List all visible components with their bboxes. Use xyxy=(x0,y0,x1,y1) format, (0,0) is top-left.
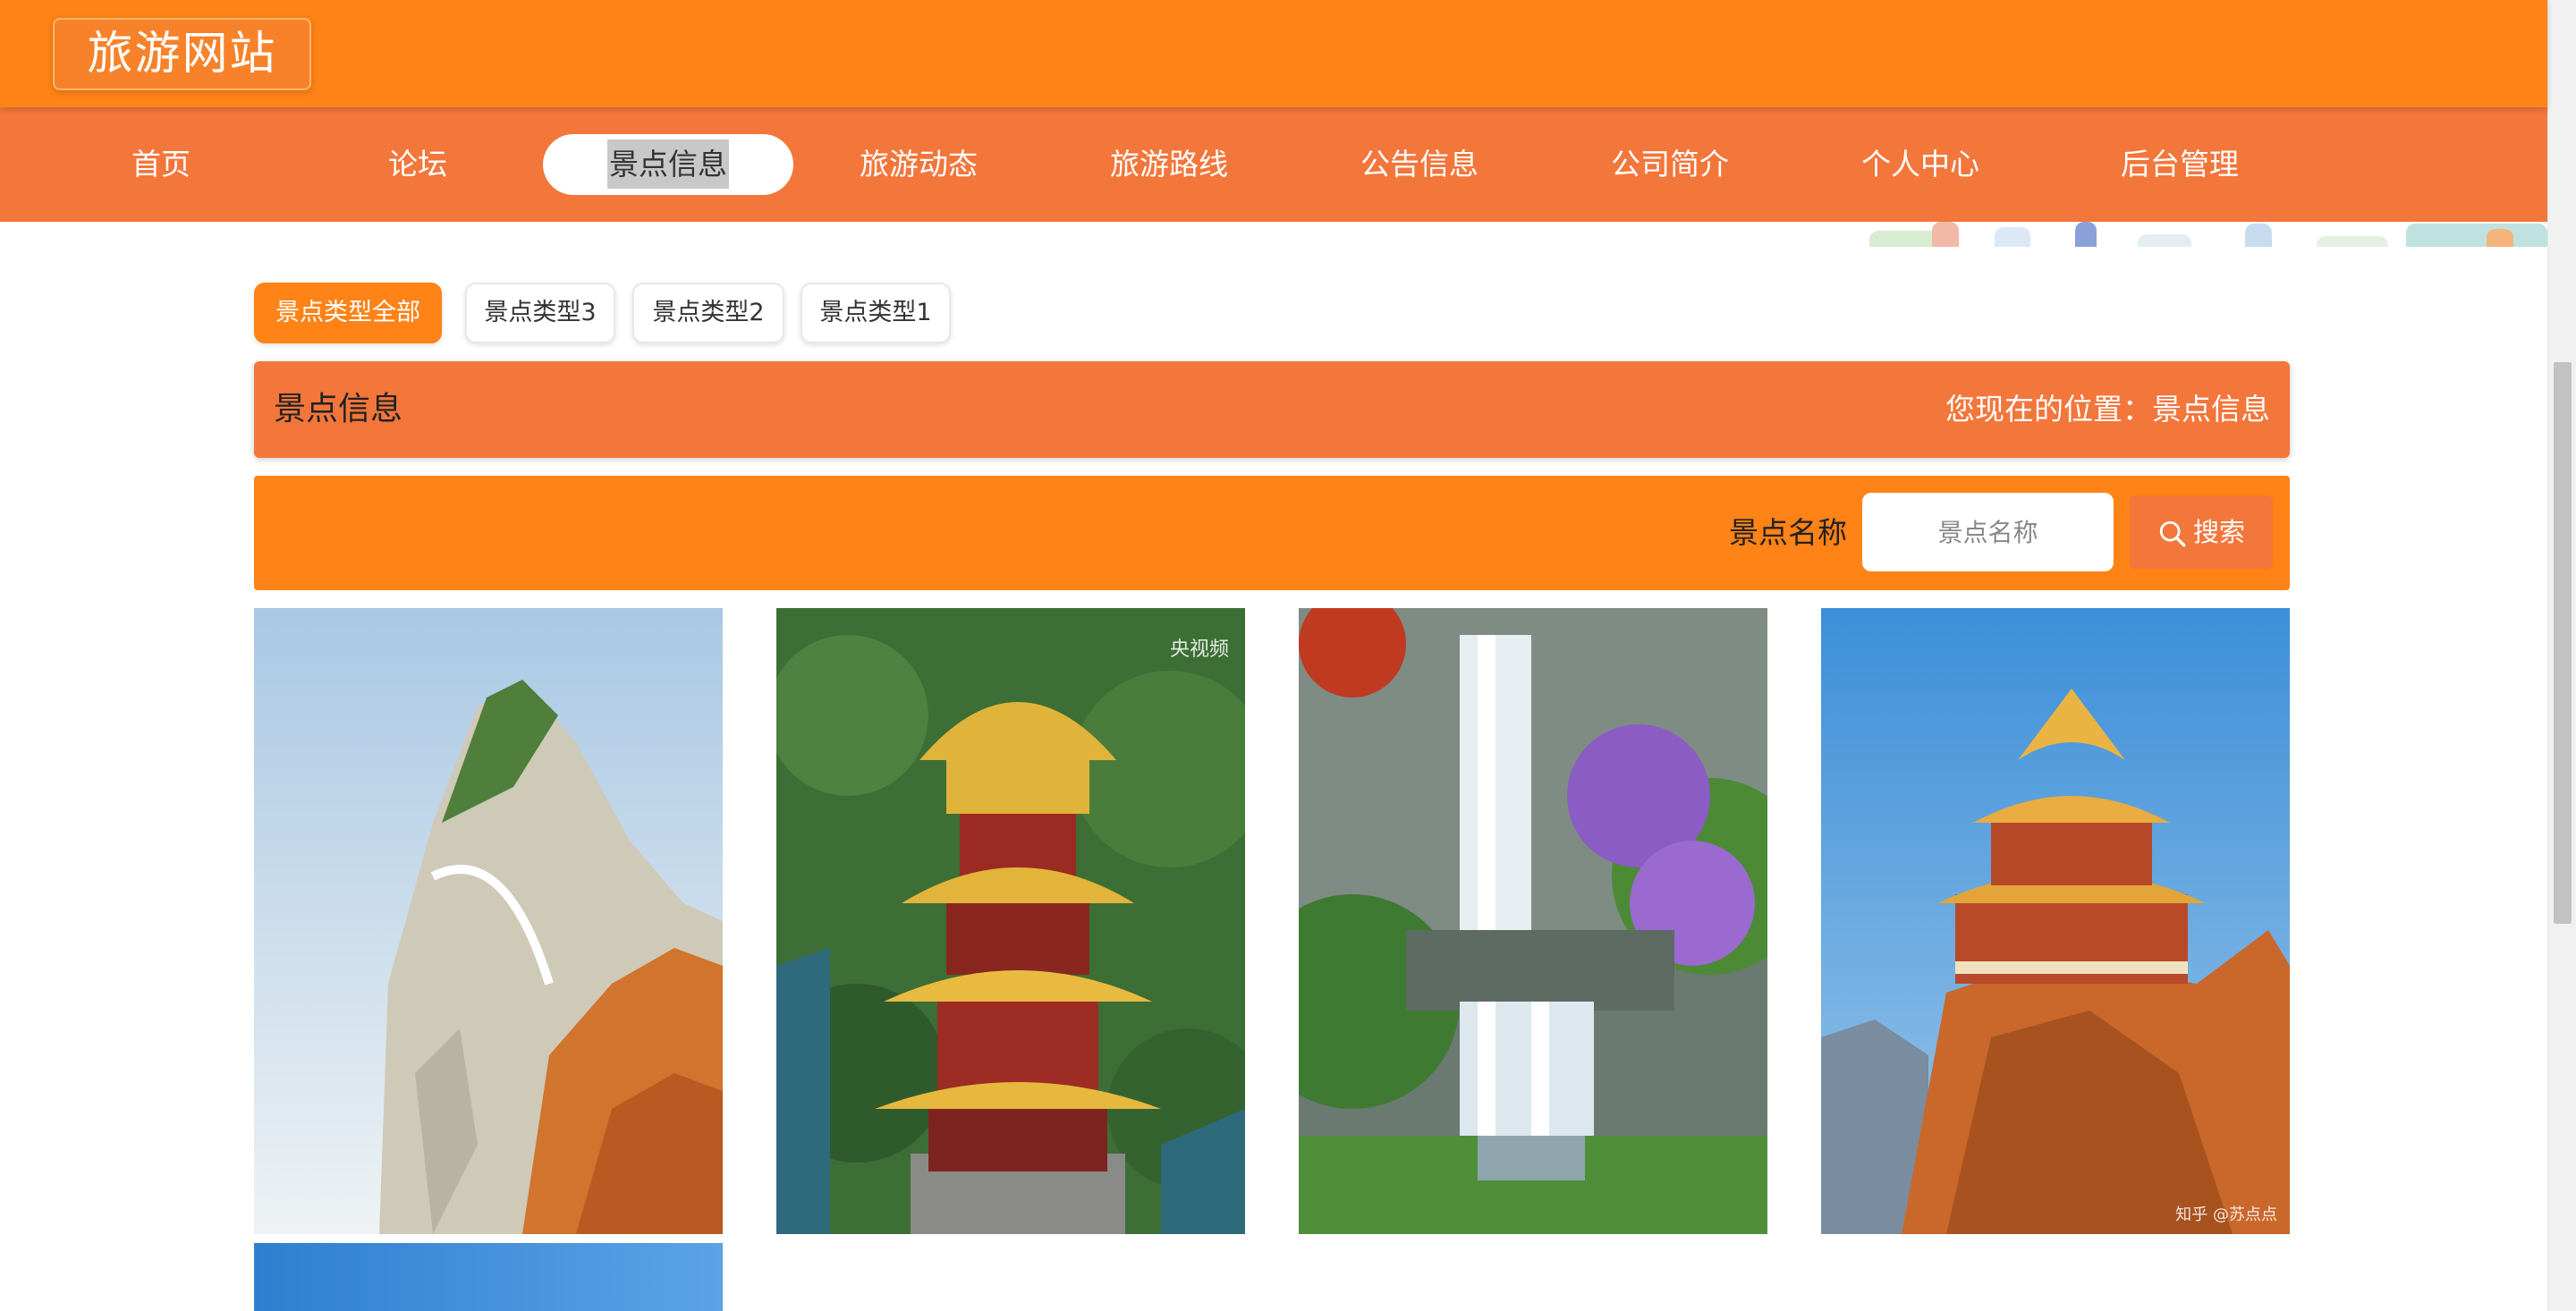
attraction-card[interactable] xyxy=(254,1243,723,1311)
page-scrollbar[interactable] xyxy=(2547,0,2576,1311)
attraction-card[interactable]: 央视频 xyxy=(776,608,1245,1234)
mountain-cliff-walkway-photo xyxy=(254,608,723,1234)
category-tab-all[interactable]: 景点类型全部 xyxy=(254,283,442,343)
search-icon xyxy=(2159,520,2186,547)
nav-item-label: 旅游动态 xyxy=(860,147,978,182)
nav-item-attractions[interactable]: 景点信息 xyxy=(543,134,793,195)
search-bar: 景点名称 搜索 xyxy=(254,476,2290,590)
banner-decoration xyxy=(1869,222,2547,247)
nav-item-announcements[interactable]: 公告信息 xyxy=(1294,134,1545,195)
category-tab-type2[interactable]: 景点类型2 xyxy=(632,283,784,343)
breadcrumb: 您现在的位置：景点信息 xyxy=(1945,392,2270,427)
search-input[interactable] xyxy=(1862,493,2114,571)
page-title: 景点信息 xyxy=(274,391,403,427)
cliff-temple-photo xyxy=(1821,608,2290,1234)
image-watermark: 知乎 @苏点点 xyxy=(2175,1205,2277,1224)
nav-item-label: 后台管理 xyxy=(2121,147,2239,182)
nav-item-travel-routes[interactable]: 旅游路线 xyxy=(1044,134,1294,195)
nav-item-home[interactable]: 首页 xyxy=(36,134,286,195)
nav-item-personal-center[interactable]: 个人中心 xyxy=(1795,134,2046,195)
nav-item-label: 公告信息 xyxy=(1360,147,1479,182)
main-nav: 首页 论坛 景点信息 旅游动态 旅游路线 公告信息 公司简介 个人中心 后台管理 xyxy=(0,107,2547,222)
nav-item-admin[interactable]: 后台管理 xyxy=(2055,134,2305,195)
nav-item-label: 景点信息 xyxy=(607,140,729,189)
site-logo[interactable]: 旅游网站 xyxy=(53,18,311,90)
yellow-crane-pagoda-photo xyxy=(776,608,1245,1234)
nav-item-label: 论坛 xyxy=(388,147,447,182)
attraction-card[interactable]: 知乎 @苏点点 xyxy=(1821,608,2290,1234)
section-title-bar: 景点信息 您现在的位置：景点信息 xyxy=(254,361,2290,458)
category-tab-type3[interactable]: 景点类型3 xyxy=(465,283,615,343)
search-button[interactable]: 搜索 xyxy=(2130,495,2273,569)
nav-item-label: 首页 xyxy=(131,147,191,182)
waterfall-photo xyxy=(1299,608,1767,1234)
attraction-card[interactable] xyxy=(254,608,723,1234)
search-label: 景点名称 xyxy=(1729,515,1847,550)
image-watermark: 央视频 xyxy=(1169,639,1229,661)
category-tab-type1[interactable]: 景点类型1 xyxy=(801,283,951,343)
search-button-label: 搜索 xyxy=(2192,517,2245,547)
site-header: 旅游网站 xyxy=(0,0,2547,107)
blue-sky-photo xyxy=(254,1243,723,1311)
nav-item-travel-news[interactable]: 旅游动态 xyxy=(793,134,1044,195)
scrollbar-thumb[interactable] xyxy=(2554,362,2572,924)
attraction-card[interactable] xyxy=(1299,608,1767,1234)
nav-item-label: 个人中心 xyxy=(1861,147,1979,182)
nav-item-forum[interactable]: 论坛 xyxy=(292,134,543,195)
nav-item-company-intro[interactable]: 公司简介 xyxy=(1545,134,1795,195)
nav-item-label: 旅游路线 xyxy=(1110,147,1228,182)
nav-item-label: 公司简介 xyxy=(1611,147,1729,182)
